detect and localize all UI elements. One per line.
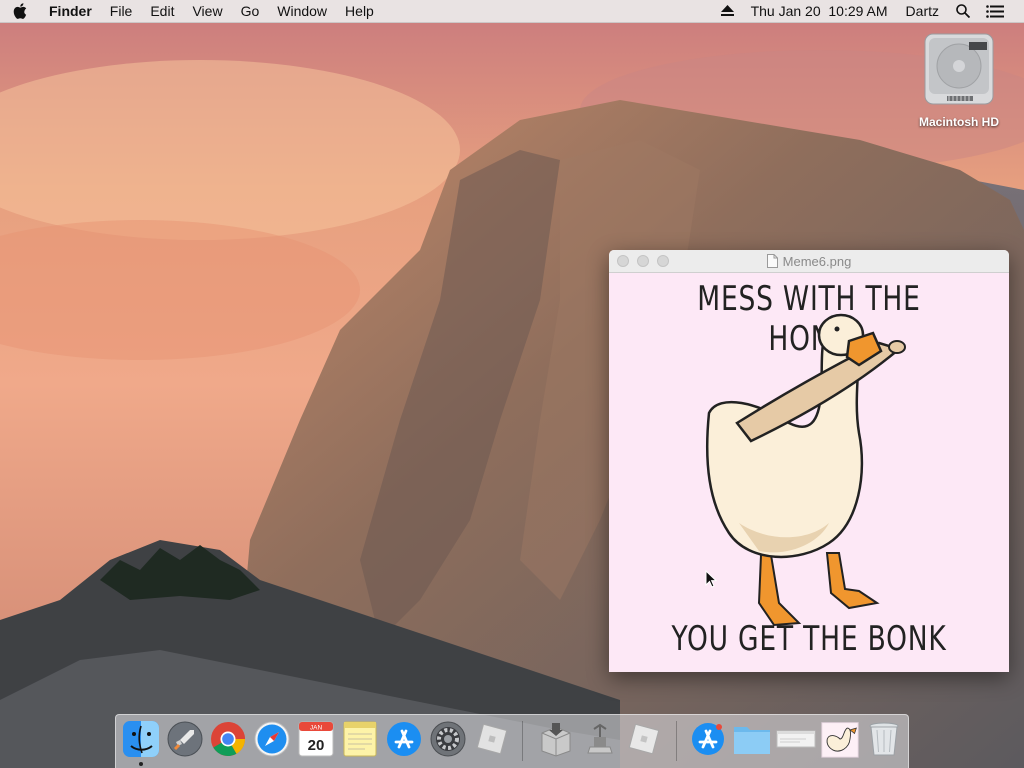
goose-with-bat-illustration <box>705 313 906 627</box>
apple-menu-icon[interactable] <box>0 0 40 22</box>
window-close-button[interactable] <box>617 255 629 267</box>
dock-stack-folder[interactable] <box>732 719 772 759</box>
app-store-icon <box>387 722 421 756</box>
gear-icon <box>430 721 466 757</box>
desktop-icon-label: Macintosh HD <box>918 115 999 129</box>
chrome-icon <box>211 722 245 756</box>
dock-system-preferences[interactable] <box>428 719 468 759</box>
window-zoom-button[interactable] <box>657 255 669 267</box>
mouse-cursor-icon <box>705 570 717 588</box>
window-title: Meme6.png <box>782 253 852 269</box>
dock-calendar[interactable]: JAN 20 <box>296 719 336 759</box>
document-icon <box>766 254 778 268</box>
calendar-day: 20 <box>308 737 325 754</box>
menu-user[interactable]: Dartz <box>897 0 948 22</box>
dock-separator <box>522 721 523 761</box>
menu-app-finder[interactable]: Finder <box>40 0 101 22</box>
safari-compass-icon <box>254 721 290 757</box>
dock-app-store[interactable] <box>384 719 424 759</box>
hard-drive-icon <box>924 33 994 105</box>
menu-go[interactable]: Go <box>232 0 269 22</box>
window-thumbnail-icon <box>776 730 816 748</box>
dock-launchpad[interactable] <box>165 719 205 759</box>
meme-bottom-text: YOU GET THE BONK <box>671 619 947 659</box>
desktop-icon-macintosh-hd[interactable]: Macintosh HD <box>906 30 1012 129</box>
eject-icon[interactable] <box>713 0 742 22</box>
dock: JAN 20 <box>115 714 909 768</box>
menu-window[interactable]: Window <box>268 0 336 22</box>
notification-center-icon[interactable] <box>978 0 1012 22</box>
preview-window[interactable]: Meme6.png MESS WITH THE HONK YOU GET THE… <box>609 250 1009 672</box>
dock-chrome[interactable] <box>208 719 248 759</box>
menu-file[interactable]: File <box>101 0 142 22</box>
dock-stack-meme-image[interactable] <box>820 719 860 759</box>
spotlight-search-icon[interactable] <box>948 0 978 22</box>
dock-stack-app-store[interactable] <box>688 719 728 759</box>
finder-icon <box>123 721 159 757</box>
menu-bar: Finder File Edit View Go Window Help Thu… <box>0 0 1024 23</box>
dock-roblox[interactable] <box>472 719 512 759</box>
launchpad-rocket-icon <box>167 721 203 757</box>
dock-roblox-studio[interactable] <box>624 719 664 759</box>
window-titlebar[interactable]: Meme6.png <box>609 250 1009 273</box>
dock-network-utility[interactable] <box>580 719 620 759</box>
dock-stack-window[interactable] <box>776 719 816 759</box>
dock-safari[interactable] <box>252 719 292 759</box>
desktop: Finder File Edit View Go Window Help Thu… <box>0 0 1024 768</box>
folder-icon <box>734 727 770 754</box>
menu-edit[interactable]: Edit <box>141 0 183 22</box>
dock-installer[interactable] <box>536 719 576 759</box>
goose-thumbnail-icon <box>821 722 859 758</box>
menu-help[interactable]: Help <box>336 0 383 22</box>
network-utility-icon <box>587 723 613 754</box>
roblox-icon <box>476 723 508 755</box>
dock-separator <box>676 721 677 761</box>
dock-notes[interactable] <box>340 719 380 759</box>
app-store-icon <box>692 723 724 755</box>
window-minimize-button[interactable] <box>637 255 649 267</box>
notes-icon <box>343 721 377 757</box>
running-indicator <box>139 762 143 766</box>
menu-view[interactable]: View <box>183 0 231 22</box>
meme-image: MESS WITH THE HONK YOU GET THE BONK <box>609 273 1009 672</box>
roblox-studio-icon <box>628 723 660 755</box>
installer-box-icon <box>541 723 571 757</box>
calendar-icon: JAN 20 <box>298 721 334 757</box>
dock-trash[interactable] <box>864 719 904 759</box>
menu-clock[interactable]: Thu Jan 20 10:29 AM <box>742 0 897 22</box>
dock-finder[interactable] <box>121 719 161 759</box>
calendar-month: JAN <box>310 725 323 732</box>
trash-icon <box>869 722 899 756</box>
